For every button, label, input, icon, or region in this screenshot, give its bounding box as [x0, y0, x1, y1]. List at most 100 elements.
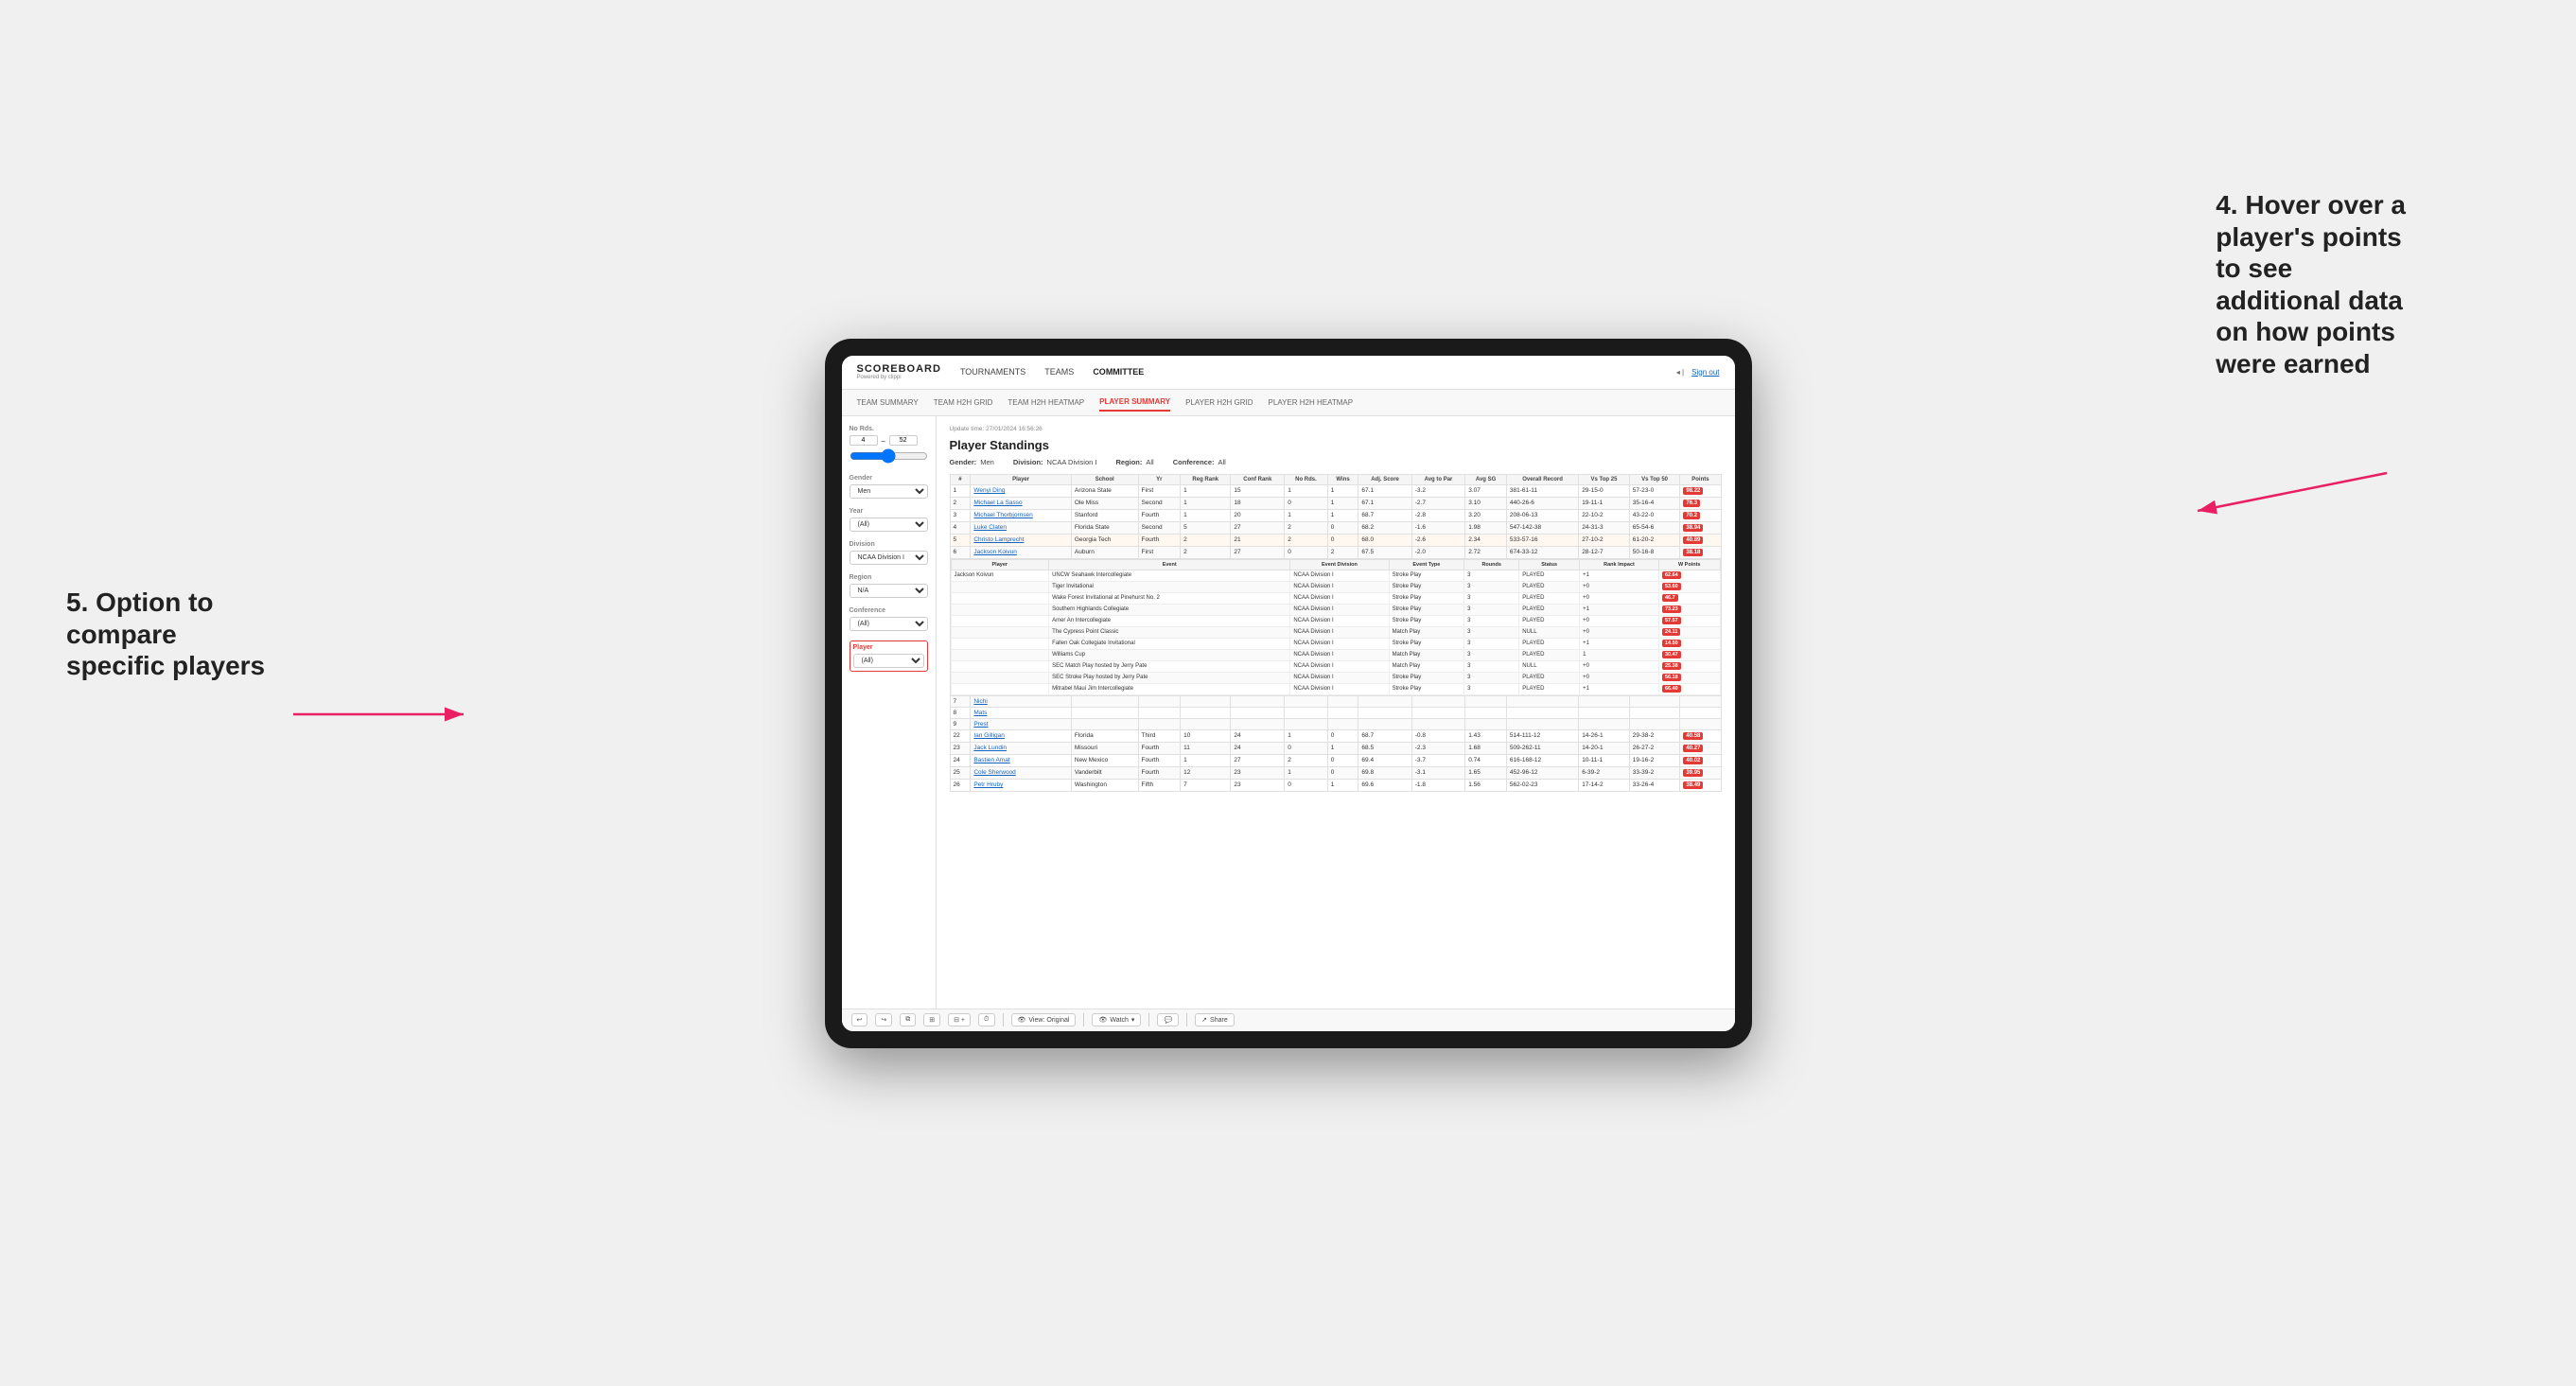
sign-out-link[interactable]: Sign out — [1691, 368, 1719, 377]
col-school: School — [1071, 474, 1138, 484]
view-original-btn[interactable]: 👁 View: Original — [1011, 1013, 1077, 1026]
player-link[interactable]: Ian Gilligan — [973, 732, 1005, 739]
col-wins: Wins — [1327, 474, 1358, 484]
tooltip-data-row: Fallen Oak Collegiate Invitational NCAA … — [951, 638, 1720, 649]
bottom-toolbar: ↩ ↪ ⧉ ⊞ ⊟ + ⏱ 👁 View: Original 👁 Watch ▾… — [842, 1009, 1735, 1031]
range-max-input[interactable] — [889, 435, 918, 446]
sidebar: No Rds. – Gender Men Year — [842, 416, 937, 1009]
table-row: 6 Jackson Koivun Auburn First 2 27 0 2 6… — [950, 546, 1721, 558]
points-badge[interactable]: 38.94 — [1683, 524, 1703, 532]
player-link[interactable]: Luke Claten — [973, 524, 1007, 531]
nav-items: TOURNAMENTS TEAMS COMMITTEE — [960, 363, 1676, 380]
undo-btn[interactable]: ↩ — [851, 1013, 868, 1026]
division-select[interactable]: NCAA Division I — [850, 551, 928, 565]
nav-teams[interactable]: TEAMS — [1044, 363, 1074, 380]
subnav-team-h2h-grid[interactable]: TEAM H2H GRID — [934, 395, 993, 411]
subnav-player-summary[interactable]: PLAYER SUMMARY — [1099, 394, 1170, 412]
points-badge[interactable]: 66.40 — [1662, 685, 1681, 693]
redo-btn[interactable]: ↪ — [875, 1013, 892, 1026]
subnav-team-summary[interactable]: TEAM SUMMARY — [857, 395, 919, 411]
player-link[interactable]: Michael La Sasso — [973, 500, 1022, 506]
player-link[interactable]: Jack Lundin — [973, 745, 1007, 751]
gender-select[interactable]: Men — [850, 484, 928, 499]
player-link[interactable]: Wenyi Ding — [973, 487, 1005, 494]
points-badge[interactable]: 46.7 — [1662, 594, 1678, 602]
player-label: Player — [853, 644, 924, 651]
copy-btn[interactable]: ⧉ — [900, 1013, 916, 1026]
share-btn[interactable]: ↗ Share — [1195, 1013, 1235, 1026]
tooltip-data-row: Southern Highlands Collegiate NCAA Divis… — [951, 604, 1720, 615]
comment-btn[interactable]: 💬 — [1157, 1013, 1179, 1026]
watch-icon: 👁 — [1098, 1016, 1107, 1024]
player-link[interactable]: Christo Lamprecht — [973, 536, 1024, 543]
tooltip-data-row: Tiger Invitational NCAA Division I Strok… — [951, 581, 1720, 592]
points-badge[interactable]: 98.22 — [1683, 487, 1703, 495]
col-vs50: Vs Top 50 — [1629, 474, 1680, 484]
subnav-player-h2h-heatmap[interactable]: PLAYER H2H HEATMAP — [1269, 395, 1354, 411]
points-badge[interactable]: 38.49 — [1683, 781, 1703, 789]
logo-area: SCOREBOARD Powered by clippi — [857, 364, 941, 380]
col-no-rds: No Rds. — [1285, 474, 1328, 484]
player-select[interactable]: (All) — [853, 654, 924, 668]
player-link[interactable]: Bastien Amat — [973, 757, 1009, 763]
gender-section: Gender Men — [850, 475, 928, 499]
subnav-player-h2h-grid[interactable]: PLAYER H2H GRID — [1185, 395, 1253, 411]
tablet-frame: SCOREBOARD Powered by clippi TOURNAMENTS… — [825, 339, 1752, 1048]
player-link[interactable]: Prest — [973, 721, 988, 728]
col-rank: # — [950, 474, 971, 484]
annotation-4-text: 4. Hover over aplayer's pointsto seeaddi… — [2216, 190, 2406, 378]
player-link[interactable]: Nichi — [973, 698, 987, 705]
dash-btn[interactable]: ⊟ + — [948, 1013, 971, 1026]
points-badge[interactable]: 62.64 — [1662, 571, 1681, 579]
table-row: 26 Petr Hruby Washington Fifth 7 23 0 1 … — [950, 779, 1721, 791]
tooltip-inner-table: Player Event Event Division Event Type R… — [951, 559, 1721, 695]
points-badge[interactable]: 70.2 — [1683, 512, 1700, 519]
points-badge[interactable]: 40.27 — [1683, 745, 1703, 752]
nav-tournaments[interactable]: TOURNAMENTS — [960, 363, 1025, 380]
player-link[interactable]: Cole Sherwood — [973, 769, 1015, 776]
points-badge[interactable]: 57.57 — [1662, 617, 1681, 624]
nav-right: ◂ | Sign out — [1676, 368, 1720, 377]
points-badge[interactable]: 40.02 — [1683, 757, 1703, 764]
watch-btn[interactable]: 👁 Watch ▾ — [1092, 1013, 1141, 1026]
nav-committee[interactable]: COMMITTEE — [1093, 363, 1144, 380]
player-link[interactable]: Jackson Koivun — [973, 549, 1017, 555]
subnav-team-h2h-heatmap[interactable]: TEAM H2H HEATMAP — [1008, 395, 1084, 411]
points-badge[interactable]: 30.47 — [1662, 651, 1681, 658]
annotation-4: 4. Hover over aplayer's pointsto seeaddi… — [2216, 189, 2406, 380]
year-select[interactable]: (All) — [850, 518, 928, 532]
filter-gender: Gender: Men — [950, 458, 994, 466]
tooltip-data-row: SEC Match Play hosted by Jerry Pate NCAA… — [951, 660, 1720, 672]
points-badge[interactable]: 56.18 — [1662, 674, 1681, 681]
points-badge[interactable]: 53.60 — [1662, 583, 1681, 590]
conference-select[interactable]: (All) — [850, 617, 928, 631]
points-badge[interactable]: 73.23 — [1662, 605, 1681, 613]
view-label: View: Original — [1028, 1017, 1069, 1024]
logo-text: SCOREBOARD — [857, 364, 941, 375]
points-badge[interactable]: 76.3 — [1683, 500, 1700, 507]
range-slider[interactable] — [850, 448, 928, 464]
tooltip-data-row: Mitrabel Maui Jim Intercollegiate NCAA D… — [951, 683, 1720, 694]
player-link[interactable]: Michael Thorbjornsen — [973, 512, 1032, 518]
col-player: Player — [971, 474, 1072, 484]
standings-table: # Player School Yr Reg Rank Conf Rank No… — [950, 474, 1722, 792]
points-badge[interactable]: 39.95 — [1683, 769, 1703, 777]
points-badge[interactable]: 40.89 — [1683, 536, 1703, 544]
clock-btn[interactable]: ⏱ — [978, 1013, 994, 1026]
toolbar-sep3 — [1148, 1013, 1149, 1026]
points-badge[interactable]: 14.50 — [1662, 640, 1681, 647]
paste-btn[interactable]: ⊞ — [923, 1013, 940, 1026]
player-link[interactable]: Mats — [973, 710, 987, 716]
region-section: Region N/A — [850, 574, 928, 598]
points-badge[interactable]: 38.18 — [1683, 549, 1703, 556]
tooltip-row: Player Event Event Division Event Type R… — [950, 558, 1721, 695]
player-link[interactable]: Petr Hruby — [973, 781, 1003, 788]
points-badge[interactable]: 24.11 — [1662, 628, 1680, 636]
range-min-input[interactable] — [850, 435, 878, 446]
col-avg-to-par: Avg to Par — [1411, 474, 1464, 484]
region-select[interactable]: N/A — [850, 584, 928, 598]
points-badge[interactable]: 25.38 — [1662, 662, 1681, 670]
points-badge[interactable]: 40.58 — [1683, 732, 1703, 740]
table-row: 8 Mats — [950, 707, 1721, 718]
division-section: Division NCAA Division I — [850, 541, 928, 565]
